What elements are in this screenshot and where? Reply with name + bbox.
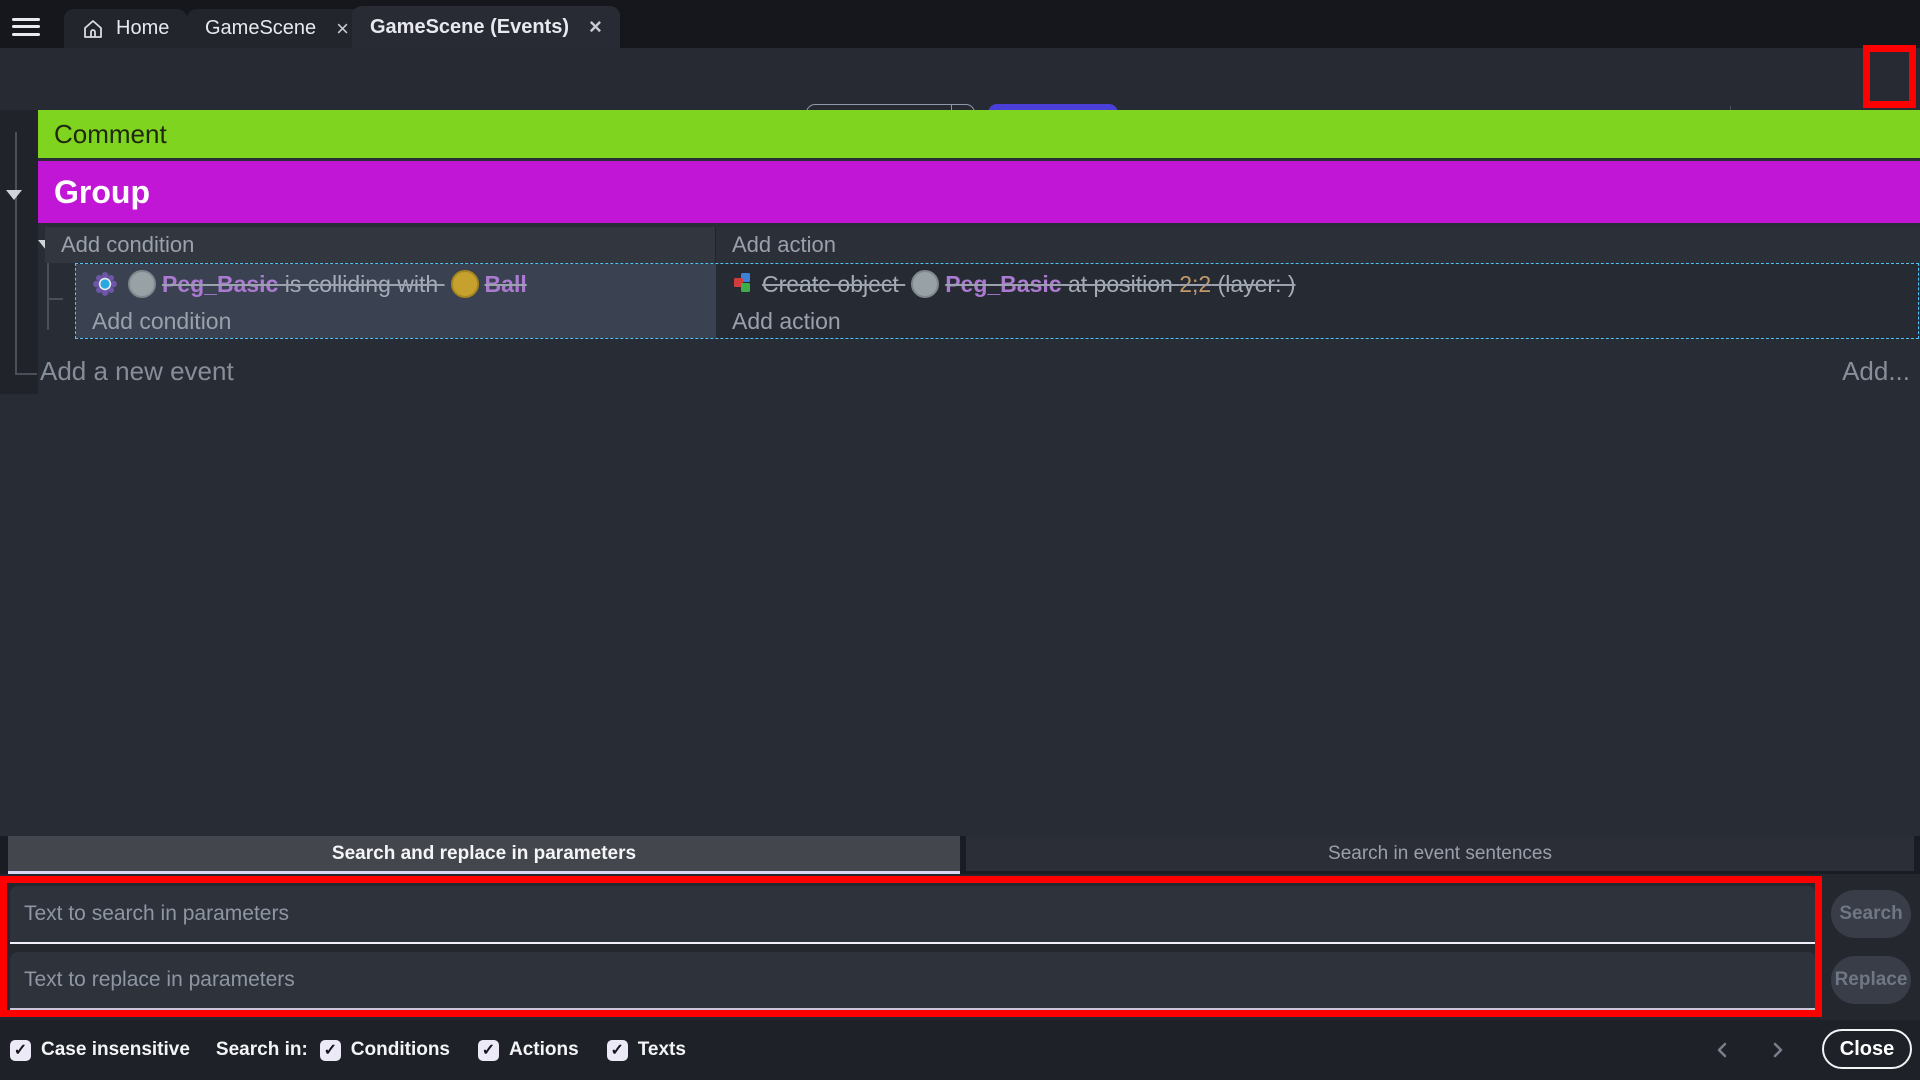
tab-search-event-sentences[interactable]: Search in event sentences xyxy=(966,836,1914,871)
gdevelop-editor: Home GameScene × GameScene (Events) × xyxy=(0,0,1920,1080)
texts-checkbox[interactable] xyxy=(607,1040,628,1061)
search-panel-tabs: Search and replace in parameters Search … xyxy=(0,836,1920,874)
tab-label: GameScene xyxy=(205,17,316,40)
tab-home[interactable]: Home xyxy=(64,9,187,48)
ball-object-icon xyxy=(451,270,479,298)
search-options-bar: Case insensitive Search in: Conditions A… xyxy=(0,1020,1920,1080)
add-condition-row: Add condition xyxy=(76,304,716,338)
actions-label: Actions xyxy=(509,1039,579,1061)
replace-button[interactable]: Replace xyxy=(1831,956,1911,1004)
case-insensitive-checkbox[interactable] xyxy=(10,1040,31,1061)
object-name: Ball xyxy=(485,271,527,298)
search-in-label: Search in: xyxy=(216,1039,308,1061)
event-sheet: Comment Group Add condition Add action xyxy=(0,110,1920,836)
group-title: Group xyxy=(54,174,150,211)
selected-event[interactable]: Peg_Basic is colliding with Ball Add con… xyxy=(76,264,1918,338)
peg-basic-object-icon xyxy=(128,270,156,298)
close-tab-icon[interactable]: × xyxy=(589,16,602,38)
tree-line xyxy=(47,255,49,330)
event-comment[interactable]: Comment xyxy=(38,110,1920,158)
action-text: Create object xyxy=(762,271,905,298)
condition-sentence[interactable]: Peg_Basic is colliding with Ball xyxy=(76,264,716,304)
replace-text-input[interactable] xyxy=(10,952,1816,1010)
search-button[interactable]: Search xyxy=(1831,890,1911,938)
peg-basic-object-icon xyxy=(911,270,939,298)
collision-icon xyxy=(92,271,118,297)
collapse-group-arrow[interactable] xyxy=(6,190,22,200)
search-text-input[interactable] xyxy=(10,886,1816,944)
create-object-icon xyxy=(732,271,758,297)
empty-event-actions: Add action xyxy=(716,227,1920,263)
action-sentence[interactable]: Create object Peg_Basic at position 2;2 … xyxy=(716,264,1918,304)
main-menu-button[interactable] xyxy=(12,13,40,35)
close-tab-icon[interactable]: × xyxy=(336,18,349,40)
hamburger-icon xyxy=(12,33,40,36)
add-new-event-row: Add a new event Add... xyxy=(0,352,1920,392)
add-action-button[interactable]: Add action xyxy=(732,308,841,335)
condition-text: is colliding with xyxy=(278,271,444,298)
actions-checkbox[interactable] xyxy=(478,1040,499,1061)
texts-label: Texts xyxy=(638,1039,686,1061)
tab-gamescene[interactable]: GameScene × xyxy=(187,9,367,48)
action-text: (layer: ) xyxy=(1211,271,1295,298)
event-group[interactable]: Group xyxy=(38,161,1920,223)
search-inputs-area: Search Replace xyxy=(0,874,1920,1020)
event-conditions-column: Peg_Basic is colliding with Ball Add con… xyxy=(76,264,716,338)
tab-label: Search and replace in parameters xyxy=(332,843,636,865)
empty-event: Add condition Add action xyxy=(45,227,1920,263)
conditions-checkbox[interactable] xyxy=(320,1040,341,1061)
position-value: 2;2 xyxy=(1179,271,1211,298)
object-name: Peg_Basic xyxy=(945,271,1061,298)
add-action-row: Add action xyxy=(716,304,1918,338)
next-result-button[interactable] xyxy=(1764,1037,1790,1063)
conditions-label: Conditions xyxy=(351,1039,450,1061)
close-button[interactable]: Close xyxy=(1822,1029,1912,1069)
tree-line xyxy=(47,298,63,300)
tab-bar: Home GameScene × GameScene (Events) × xyxy=(0,0,1920,48)
event-actions-column: Create object Peg_Basic at position 2;2 … xyxy=(716,264,1918,338)
hamburger-icon xyxy=(12,18,40,21)
tab-label: GameScene (Events) xyxy=(370,16,569,39)
tree-line xyxy=(15,132,17,375)
tab-gamescene-events[interactable]: GameScene (Events) × xyxy=(352,6,620,48)
add-action-button[interactable]: Add action xyxy=(732,232,836,258)
add-condition-button[interactable]: Add condition xyxy=(92,308,231,335)
add-condition-button[interactable]: Add condition xyxy=(61,232,194,258)
action-text: at position xyxy=(1062,271,1180,298)
home-icon xyxy=(82,18,104,40)
tab-label: Search in event sentences xyxy=(1328,843,1552,865)
tab-search-replace-parameters[interactable]: Search and replace in parameters xyxy=(8,836,960,874)
empty-event-conditions: Add condition xyxy=(45,227,716,263)
hamburger-icon xyxy=(12,25,40,28)
toolbar: Preview Publish xyxy=(0,48,1920,110)
previous-result-button[interactable] xyxy=(1710,1037,1736,1063)
object-name: Peg_Basic xyxy=(162,271,278,298)
comment-text: Comment xyxy=(54,119,167,150)
add-more-button[interactable]: Add... xyxy=(1842,356,1910,387)
add-new-event-button[interactable]: Add a new event xyxy=(40,356,234,387)
case-insensitive-label: Case insensitive xyxy=(41,1039,190,1061)
tab-label: Home xyxy=(116,17,169,40)
